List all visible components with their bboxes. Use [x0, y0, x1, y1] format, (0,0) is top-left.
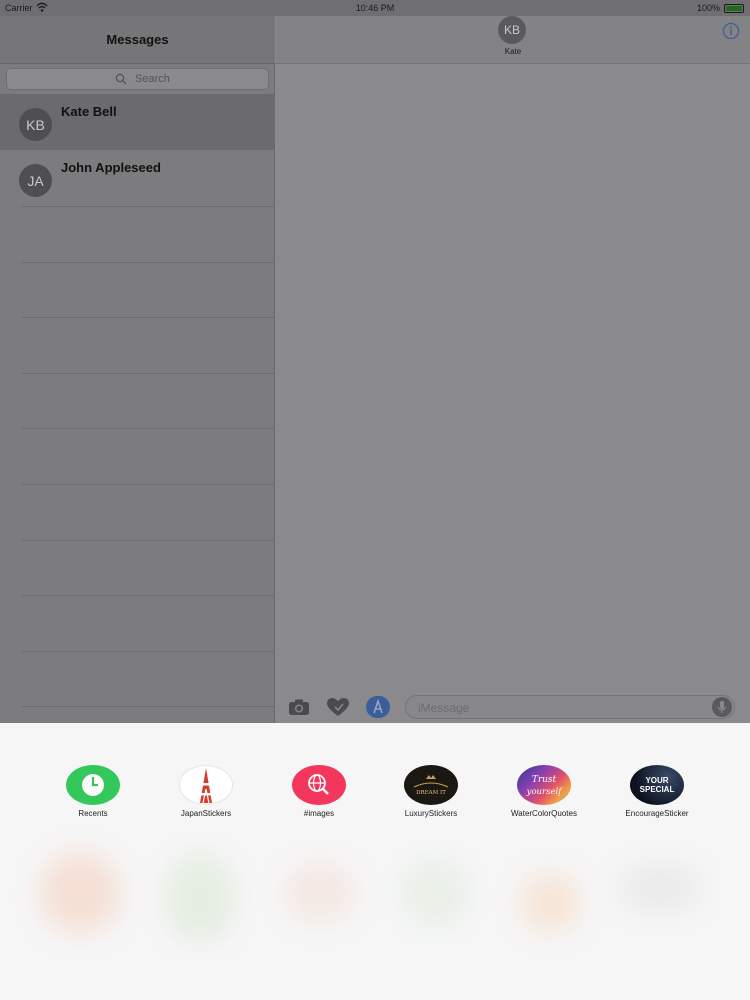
blurred-background: [400, 858, 470, 928]
blurred-background: [165, 853, 235, 943]
conversation-name: Kate Bell: [61, 104, 117, 119]
app-japanstickers[interactable]: JapanStickers: [151, 765, 261, 825]
search-icon: [115, 73, 127, 85]
blurred-background: [520, 873, 580, 933]
page-title: Messages: [106, 32, 169, 47]
battery-fill: [726, 6, 742, 11]
message-placeholder: iMessage: [418, 701, 470, 715]
contact-name[interactable]: Kate: [276, 47, 750, 56]
app-luxurystickers[interactable]: DREAM IT LuxuryStickers: [376, 765, 486, 825]
clock-icon: [66, 765, 120, 805]
row-divider: [22, 206, 275, 207]
camera-icon[interactable]: [288, 698, 310, 716]
app-recents[interactable]: Recents: [38, 765, 148, 825]
app-label: Recents: [78, 809, 108, 818]
conversation-header: KB Kate: [276, 16, 750, 64]
row-divider: [22, 540, 275, 541]
watercolor-quote-icon: Trust yourself: [517, 765, 571, 805]
message-composer: iMessage: [276, 692, 750, 723]
app-label: LuxuryStickers: [404, 809, 458, 818]
encourage-icon-text-1: YOUR: [645, 776, 668, 785]
battery-percent: 100%: [696, 3, 720, 13]
microphone-icon[interactable]: [712, 697, 732, 717]
contact-avatar[interactable]: KB: [498, 16, 526, 44]
blurred-background: [40, 853, 120, 933]
row-divider: [22, 651, 275, 652]
blurred-background: [620, 863, 700, 913]
avatar: JA: [19, 164, 52, 197]
conversation-pane: KB Kate iMessage: [276, 16, 750, 723]
list-header: Messages: [0, 16, 275, 64]
blurred-background: [285, 863, 355, 923]
app-store-icon[interactable]: [366, 696, 390, 718]
app-label: WaterColorQuotes: [511, 809, 577, 818]
row-divider: [22, 373, 275, 374]
search-placeholder: Search: [135, 73, 170, 85]
conversation-name: John Appleseed: [61, 160, 161, 175]
row-divider: [22, 428, 275, 429]
search-bar[interactable]: Search: [6, 68, 269, 90]
conversation-row-john-appleseed[interactable]: JA John Appleseed: [0, 150, 275, 206]
your-special-icon: YOUR SPECIAL: [630, 765, 684, 805]
conversation-list-pane: Messages Search KB Kate Bell JA John App…: [0, 16, 275, 723]
imessage-app-drawer: Recents JapanStickers #images DREAM IT L…: [0, 723, 750, 1000]
digital-touch-heart-icon[interactable]: [326, 697, 350, 717]
row-divider: [22, 706, 275, 707]
row-divider: [22, 484, 275, 485]
luxury-badge-icon: DREAM IT: [404, 765, 458, 805]
luxury-icon-text: DREAM IT: [416, 790, 446, 796]
row-divider: [22, 317, 275, 318]
row-divider: [22, 262, 275, 263]
message-input[interactable]: iMessage: [405, 695, 735, 719]
watercolor-icon-text-2: yourself: [526, 787, 564, 797]
clock-time: 10:46 PM: [355, 3, 395, 13]
globe-search-icon: [292, 765, 346, 805]
app-label: #images: [303, 809, 335, 818]
avatar: KB: [19, 108, 52, 141]
row-divider: [22, 595, 275, 596]
app-label: EncourageSticker: [625, 809, 689, 818]
conversation-row-kate-bell[interactable]: KB Kate Bell: [0, 94, 275, 150]
tokyo-tower-icon: [179, 765, 233, 805]
app-encouragesticker[interactable]: YOUR SPECIAL EncourageSticker: [602, 765, 712, 825]
watercolor-icon-text-1: Trust: [532, 775, 557, 785]
encourage-icon-text-2: SPECIAL: [640, 785, 675, 794]
info-icon[interactable]: [722, 22, 740, 40]
app-watercolorquotes[interactable]: Trust yourself WaterColorQuotes: [489, 765, 599, 825]
app-images[interactable]: #images: [264, 765, 374, 825]
app-label: JapanStickers: [180, 809, 232, 818]
battery-icon: [724, 4, 744, 13]
status-bar: Carrier 10:46 PM 100%: [0, 0, 750, 16]
